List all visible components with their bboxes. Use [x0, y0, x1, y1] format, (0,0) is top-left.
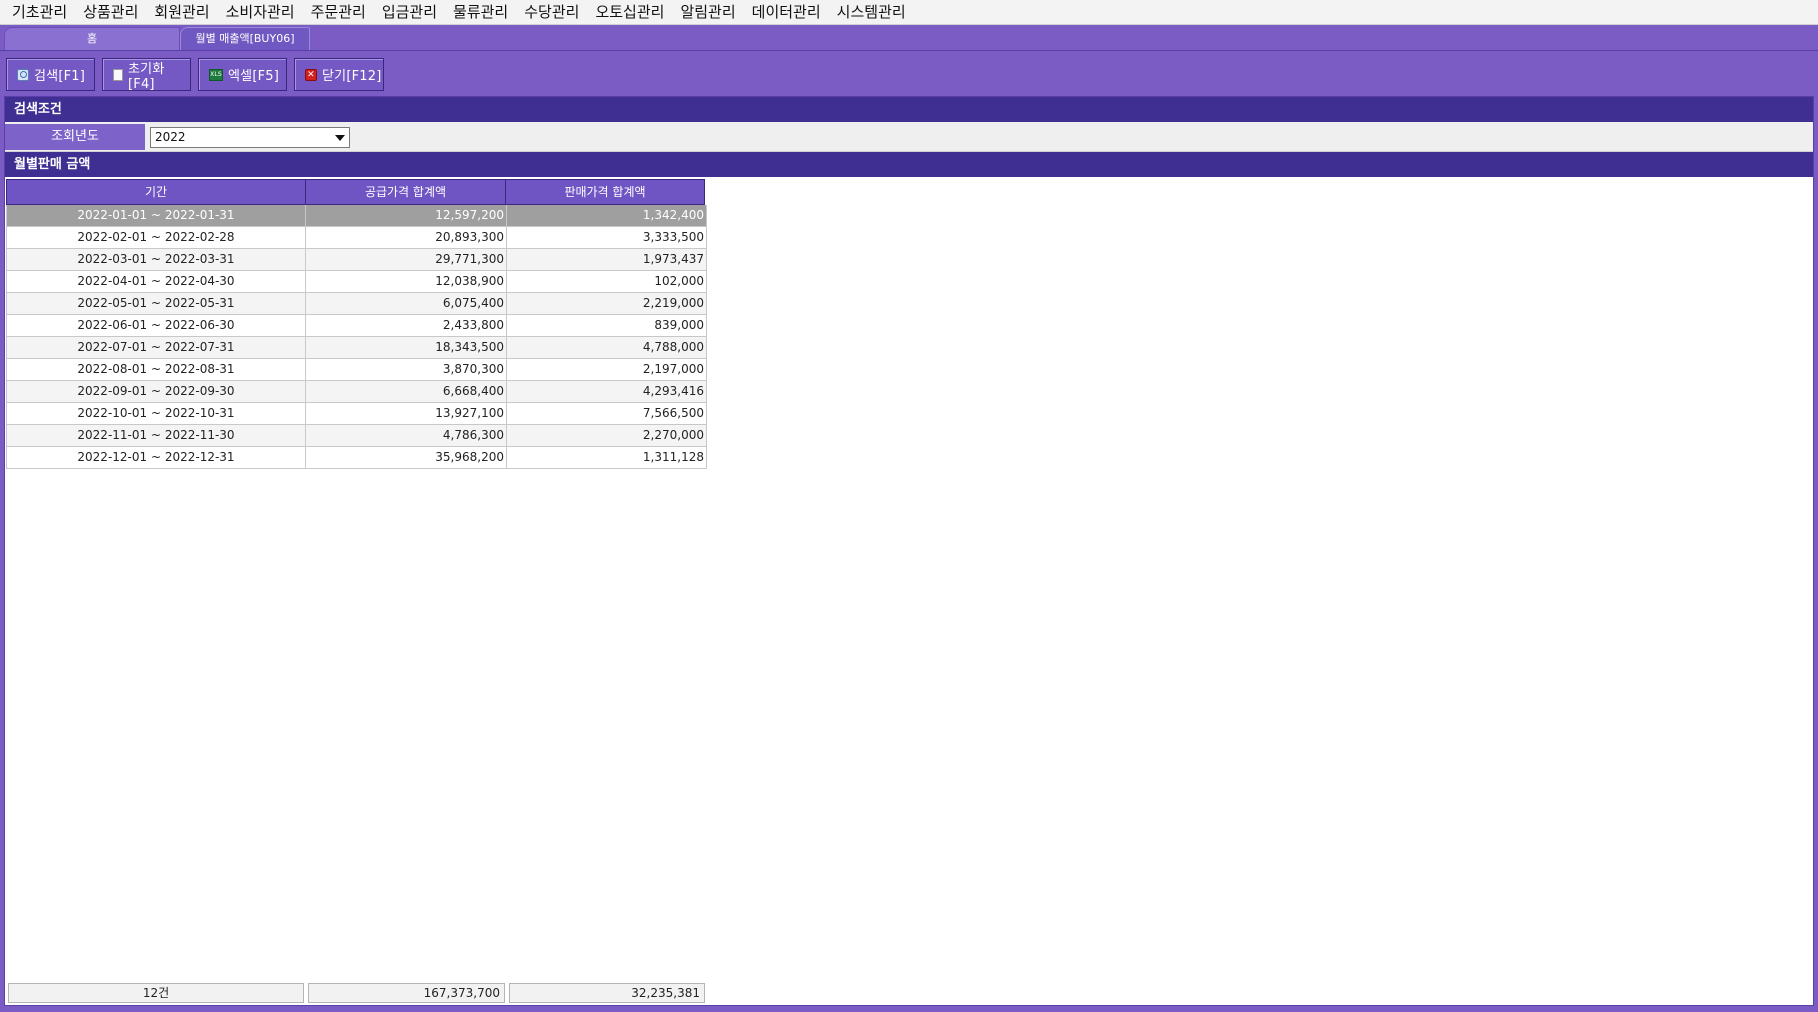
tab-home[interactable]: 홈 [4, 27, 180, 50]
table-row[interactable]: 2022-10-01 ~ 2022-10-31 13,927,100 7,566,5… [6, 403, 707, 425]
grid-header-row: 기간 공급가격 합계액 판매가격 합계액 [6, 179, 707, 205]
cell-period[interactable]: 2022-09-01 ~ 2022-09-30 [6, 381, 306, 403]
menu-item[interactable]: 시스템관리 [829, 0, 914, 25]
cell-sales-total[interactable]: 3,333,500 [507, 227, 707, 249]
menu-item[interactable]: 오토십관리 [587, 0, 672, 25]
cell-supply-total[interactable]: 4,786,300 [306, 425, 507, 447]
search-condition-row: 조회년도 2022 [5, 122, 1813, 152]
cell-supply-total[interactable]: 3,870,300 [306, 359, 507, 381]
menu-item[interactable]: 입금관리 [374, 0, 445, 25]
cell-supply-total[interactable]: 20,893,300 [306, 227, 507, 249]
cell-period[interactable]: 2022-10-01 ~ 2022-10-31 [6, 403, 306, 425]
cell-period[interactable]: 2022-04-01 ~ 2022-04-30 [6, 271, 306, 293]
menu-item[interactable]: 소비자관리 [218, 0, 303, 25]
table-row[interactable]: 2022-05-01 ~ 2022-05-31 6,075,400 2,219,00… [6, 293, 707, 315]
grid-footer: 12건 167,373,700 32,235,381 [6, 982, 707, 1004]
cell-period[interactable]: 2022-11-01 ~ 2022-11-30 [6, 425, 306, 447]
cell-period[interactable]: 2022-03-01 ~ 2022-03-31 [6, 249, 306, 271]
supply-total-sum: 167,373,700 [308, 983, 505, 1003]
excel-button[interactable]: XLS 엑셀[F5] [198, 58, 287, 91]
table-row[interactable]: 2022-09-01 ~ 2022-09-30 6,668,400 4,293,41… [6, 381, 707, 403]
menu-item[interactable]: 회원관리 [146, 0, 217, 25]
close-button-label: 닫기[F12] [322, 69, 382, 84]
column-header-sales-total[interactable]: 판매가격 합계액 [505, 179, 705, 205]
chevron-down-icon[interactable] [335, 135, 345, 141]
cell-supply-total[interactable]: 29,771,300 [306, 249, 507, 271]
cell-period[interactable]: 2022-06-01 ~ 2022-06-30 [6, 315, 306, 337]
cell-period[interactable]: 2022-07-01 ~ 2022-07-31 [6, 337, 306, 359]
excel-icon: XLS [209, 68, 223, 81]
tab-strip: 홈 월별 매출액[BUY06] [0, 25, 1818, 51]
tab-monthly-sales[interactable]: 월별 매출액[BUY06] [180, 27, 310, 50]
reset-button-label: 초기화[F4] [128, 61, 165, 92]
menu-bar: 기초관리 상품관리 회원관리 소비자관리 주문관리 입금관리 물류관리 수당관리 오토십관리 알림… [0, 0, 1818, 25]
cell-supply-total[interactable]: 35,968,200 [306, 447, 507, 469]
row-count: 12건 [8, 983, 304, 1003]
cell-sales-total[interactable]: 2,219,000 [507, 293, 707, 315]
cell-period[interactable]: 2022-08-01 ~ 2022-08-31 [6, 359, 306, 381]
cell-sales-total[interactable]: 1,973,437 [507, 249, 707, 271]
monthly-sales-header: 월별판매 금액 [5, 152, 1813, 177]
table-row[interactable]: 2022-06-01 ~ 2022-06-30 2,433,800 839,000 [6, 315, 707, 337]
cell-supply-total[interactable]: 18,343,500 [306, 337, 507, 359]
close-icon: ✕ [305, 68, 317, 81]
grid-body: 2022-01-01 ~ 2022-01-31 12,597,200 1,342,4… [6, 205, 707, 469]
monthly-sales-grid: 기간 공급가격 합계액 판매가격 합계액 2022-01-01 ~ 2022-0… [6, 179, 707, 469]
menu-item[interactable]: 데이터관리 [744, 0, 829, 25]
menu-item[interactable]: 기초관리 [4, 0, 75, 25]
reset-button[interactable]: 초기화[F4] [102, 58, 191, 92]
cell-sales-total[interactable]: 4,788,000 [507, 337, 707, 359]
cell-sales-total[interactable]: 7,566,500 [507, 403, 707, 425]
year-select-value: 2022 [155, 130, 186, 144]
cell-sales-total[interactable]: 2,197,000 [507, 359, 707, 381]
cell-sales-total[interactable]: 102,000 [507, 271, 707, 293]
cell-supply-total[interactable]: 12,038,900 [306, 271, 507, 293]
document-icon [113, 68, 123, 81]
table-row[interactable]: 2022-07-01 ~ 2022-07-31 18,343,500 4,788,0… [6, 337, 707, 359]
toolbar: 검색[F1] 초기화[F4] XLS 엑셀[F5] ✕ 닫기[F12] [0, 51, 1818, 96]
menu-item[interactable]: 알림관리 [672, 0, 743, 25]
table-row[interactable]: 2022-11-01 ~ 2022-11-30 4,786,300 2,270,00… [6, 425, 707, 447]
cell-supply-total[interactable]: 6,075,400 [306, 293, 507, 315]
cell-supply-total[interactable]: 13,927,100 [306, 403, 507, 425]
menu-item[interactable]: 상품관리 [75, 0, 146, 25]
search-button-label: 검색[F1] [34, 69, 86, 84]
cell-period[interactable]: 2022-01-01 ~ 2022-01-31 [6, 205, 306, 227]
cell-period[interactable]: 2022-05-01 ~ 2022-05-31 [6, 293, 306, 315]
content-panel: 검색조건 조회년도 2022 월별판매 금액 기간 공급가격 합계액 판매가격 … [4, 96, 1814, 1006]
menu-item[interactable]: 주문관리 [303, 0, 374, 25]
table-row[interactable]: 2022-01-01 ~ 2022-01-31 12,597,200 1,342,4… [6, 205, 707, 227]
excel-button-label: 엑셀[F5] [228, 69, 280, 84]
column-header-supply-total[interactable]: 공급가격 합계액 [305, 179, 506, 205]
menu-item[interactable]: 수당관리 [516, 0, 587, 25]
year-select[interactable]: 2022 [150, 127, 350, 148]
cell-supply-total[interactable]: 2,433,800 [306, 315, 507, 337]
close-button[interactable]: ✕ 닫기[F12] [294, 58, 384, 91]
table-row[interactable]: 2022-12-01 ~ 2022-12-31 35,968,200 1,311,1… [6, 447, 707, 469]
year-label: 조회년도 [5, 124, 145, 150]
cell-sales-total[interactable]: 1,342,400 [507, 205, 707, 227]
table-row[interactable]: 2022-02-01 ~ 2022-02-28 20,893,300 3,333,5… [6, 227, 707, 249]
cell-supply-total[interactable]: 12,597,200 [306, 205, 507, 227]
cell-sales-total[interactable]: 2,270,000 [507, 425, 707, 447]
cell-sales-total[interactable]: 1,311,128 [507, 447, 707, 469]
cell-sales-total[interactable]: 4,293,416 [507, 381, 707, 403]
search-button[interactable]: 검색[F1] [6, 58, 95, 91]
table-row[interactable]: 2022-03-01 ~ 2022-03-31 29,771,300 1,973,4… [6, 249, 707, 271]
table-row[interactable]: 2022-08-01 ~ 2022-08-31 3,870,300 2,197,00… [6, 359, 707, 381]
cell-sales-total[interactable]: 839,000 [507, 315, 707, 337]
sales-total-sum: 32,235,381 [509, 983, 705, 1003]
cell-supply-total[interactable]: 6,668,400 [306, 381, 507, 403]
cell-period[interactable]: 2022-02-01 ~ 2022-02-28 [6, 227, 306, 249]
table-row[interactable]: 2022-04-01 ~ 2022-04-30 12,038,900 102,000 [6, 271, 707, 293]
column-header-period[interactable]: 기간 [6, 179, 306, 205]
menu-item[interactable]: 물류관리 [445, 0, 516, 25]
search-conditions-header: 검색조건 [5, 97, 1813, 122]
search-icon [17, 68, 29, 81]
cell-period[interactable]: 2022-12-01 ~ 2022-12-31 [6, 447, 306, 469]
